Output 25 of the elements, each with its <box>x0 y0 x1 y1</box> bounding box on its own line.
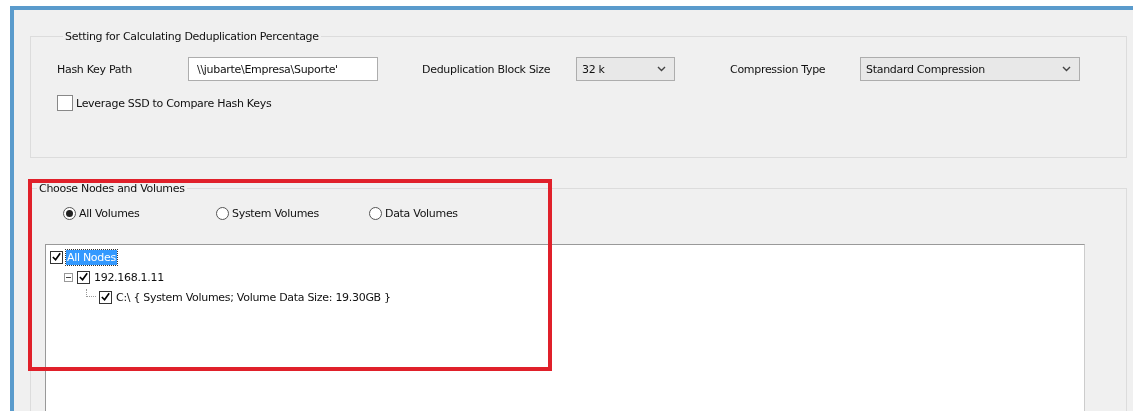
chevron-down-icon <box>657 66 666 72</box>
radio-button[interactable] <box>216 207 229 220</box>
checkbox[interactable] <box>57 95 73 111</box>
group-title: Setting for Calculating Deduplication Percentage <box>64 30 320 43</box>
input-field[interactable]: \\jubarte\Empresa\Suporte' <box>188 57 378 81</box>
checkbox[interactable] <box>77 270 90 284</box>
radio-label: All Volumes <box>79 207 140 220</box>
checkbox-label: Leverage SSD to Compare Hash Keys <box>76 96 272 110</box>
tree-connector-icon <box>86 289 96 297</box>
radio-button[interactable] <box>369 207 382 220</box>
collapse-toggle-icon[interactable] <box>64 272 73 282</box>
radio-button[interactable] <box>63 207 76 220</box>
field-label: Hash Key Path <box>57 62 133 76</box>
radio-label: System Volumes <box>232 207 319 220</box>
checkbox[interactable] <box>99 290 112 304</box>
tree-item[interactable]: 192.168.1.11 <box>93 269 165 285</box>
chevron-down-icon <box>1062 66 1071 72</box>
radio-label: Data Volumes <box>385 207 458 220</box>
tree-item[interactable]: C:\ { System Volumes; Volume Data Size: 19.30GB } <box>115 289 392 305</box>
dropdown[interactable]: Standard Compression <box>860 57 1080 81</box>
dropdown[interactable]: 32 k <box>576 57 675 81</box>
group-title: Choose Nodes and Volumes <box>38 182 186 195</box>
field-label: Compression Type <box>730 62 827 76</box>
field-label: Deduplication Block Size <box>422 62 552 76</box>
checkbox[interactable] <box>50 250 63 264</box>
